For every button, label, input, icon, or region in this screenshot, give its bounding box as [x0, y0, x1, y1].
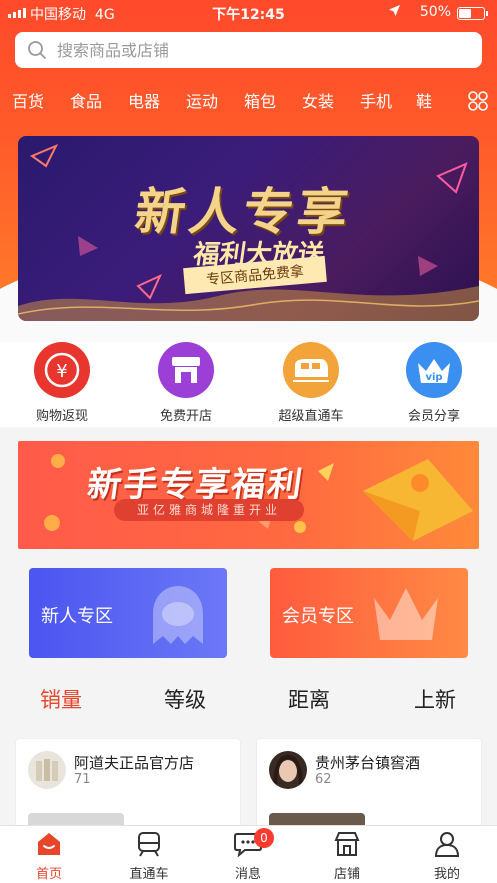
shop-name: 贵州茅台镇窖酒	[315, 754, 421, 772]
search-bar[interactable]	[15, 32, 482, 68]
tab-shop[interactable]: 店铺	[307, 831, 387, 882]
battery-icon	[457, 7, 488, 20]
tab-home[interactable]: 首页	[9, 831, 89, 882]
sort-tab-level[interactable]: 等级	[164, 684, 206, 714]
tab-label: 首页	[35, 867, 62, 882]
quick-link-label: 超级直通车	[278, 409, 344, 424]
svg-text:vip: vip	[425, 372, 442, 383]
sort-tabs: 销量 等级 距离 上新	[0, 684, 497, 718]
quick-link-label: 购物返现	[35, 409, 88, 424]
quick-link-express[interactable]: 超级直通车	[256, 342, 366, 424]
category-item[interactable]: 箱包	[244, 88, 276, 112]
promo-banner-top[interactable]: 新人专享 福利大放送 专区商品免费拿	[18, 136, 479, 321]
tab-mine[interactable]: 我的	[407, 831, 487, 882]
ghost-icon	[153, 586, 203, 644]
zone-label: 新人专区	[41, 606, 113, 627]
shop-icon	[334, 832, 360, 856]
quick-link-label: 免费开店	[159, 409, 212, 424]
banner-mid-subtitle: 亚亿雅商城隆重开业	[114, 499, 304, 521]
tab-label: 店铺	[333, 867, 360, 882]
category-item[interactable]: 手机	[360, 88, 392, 112]
shop-avatar	[28, 751, 66, 789]
quick-link-vip-share[interactable]: vip 会员分享	[379, 342, 489, 424]
search-icon	[28, 41, 46, 59]
category-item[interactable]: 百货	[12, 88, 44, 112]
shop-avatar	[269, 751, 307, 789]
tab-label: 直通车	[129, 867, 169, 882]
battery-percent: 50%	[419, 4, 451, 20]
shop-count: 71	[74, 772, 91, 787]
quick-links: ¥ 购物返现 免费开店 超级直通车 vip 会员分享	[0, 342, 497, 427]
store-icon	[158, 342, 214, 398]
sort-tab-newest[interactable]: 上新	[414, 684, 456, 714]
shop-count: 62	[315, 772, 332, 787]
category-grid-icon[interactable]	[467, 90, 489, 116]
shop-name: 阿道夫正品官方店	[74, 754, 195, 772]
zone-newcomer[interactable]: 新人专区	[29, 568, 227, 658]
vip-crown-icon: vip	[406, 342, 462, 398]
shop-card[interactable]: 贵州茅台镇窖酒 62	[256, 738, 482, 838]
quick-link-open-store[interactable]: 免费开店	[131, 342, 241, 424]
category-item[interactable]: 鞋	[416, 88, 436, 112]
tab-messages[interactable]: 0 消息	[208, 828, 288, 882]
yen-icon: ¥	[34, 342, 90, 398]
bottom-tab-bar: 首页 直通车 0 消息 店铺 我的	[0, 825, 497, 883]
home-icon	[38, 833, 60, 855]
sort-tab-distance[interactable]: 距离	[288, 684, 330, 714]
user-icon	[434, 832, 460, 857]
train-icon	[283, 342, 339, 398]
tab-label: 消息	[234, 867, 261, 882]
tab-express[interactable]: 直通车	[109, 831, 189, 882]
location-icon	[388, 4, 401, 21]
svg-text:¥: ¥	[56, 361, 67, 382]
tab-label: 我的	[433, 867, 460, 882]
category-item[interactable]: 电器	[128, 88, 160, 112]
zone-label: 会员专区	[282, 606, 354, 627]
zone-member[interactable]: 会员专区	[270, 568, 468, 658]
train-icon	[138, 832, 160, 857]
promo-banner-mid[interactable]: 新手专享福利 亚亿雅商城隆重开业	[18, 441, 479, 549]
message-badge: 0	[254, 828, 274, 848]
sort-tab-sales[interactable]: 销量	[40, 684, 82, 714]
category-item[interactable]: 食品	[70, 88, 102, 112]
search-input[interactable]	[57, 40, 437, 60]
category-item[interactable]: 女装	[302, 88, 334, 112]
category-item[interactable]: 运动	[186, 88, 218, 112]
category-bar: 百货 食品 电器 运动 箱包 女装 手机 鞋	[0, 88, 497, 116]
shop-card[interactable]: 阿道夫正品官方店 71	[15, 738, 241, 838]
crown-icon	[374, 588, 438, 640]
quick-link-cashback[interactable]: ¥ 购物返现	[7, 342, 117, 424]
quick-link-label: 会员分享	[407, 409, 460, 424]
status-bar: 中国移动 4G 下午12:45 50%	[0, 0, 497, 26]
